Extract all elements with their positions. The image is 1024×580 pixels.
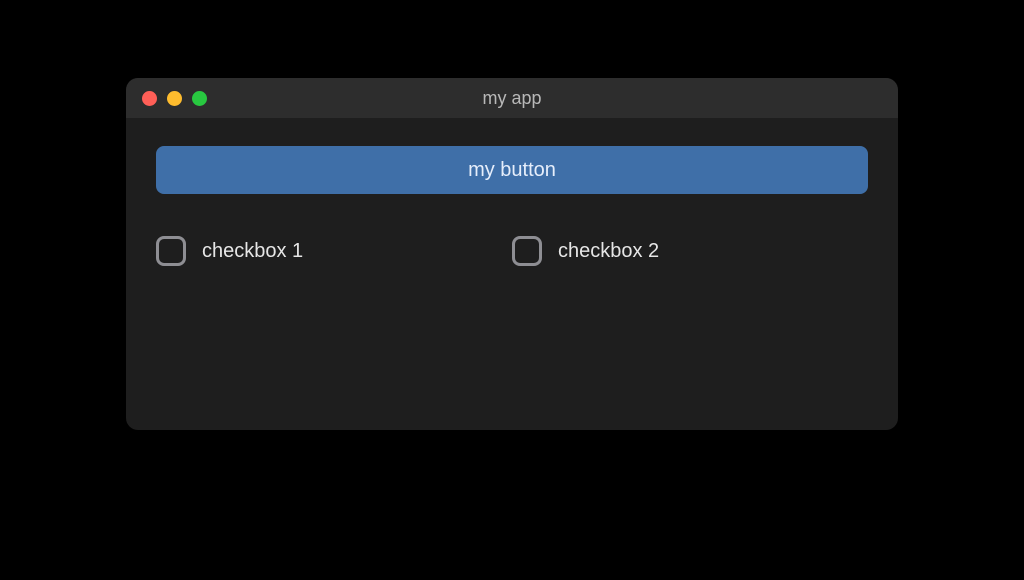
maximize-icon[interactable] — [192, 91, 207, 106]
app-window: my app my button checkbox 1 checkbox 2 — [126, 78, 898, 430]
checkbox-2-label: checkbox 2 — [558, 240, 659, 263]
checkbox-2[interactable]: checkbox 2 — [512, 236, 868, 266]
close-icon[interactable] — [142, 91, 157, 106]
my-button[interactable]: my button — [156, 146, 868, 194]
window-controls — [126, 91, 207, 106]
checkbox-box-icon — [156, 236, 186, 266]
checkbox-1-label: checkbox 1 — [202, 240, 303, 263]
window-title: my app — [126, 88, 898, 109]
window-content: my button checkbox 1 checkbox 2 — [126, 118, 898, 430]
checkbox-1[interactable]: checkbox 1 — [156, 236, 512, 266]
checkbox-box-icon — [512, 236, 542, 266]
titlebar: my app — [126, 78, 898, 118]
checkbox-row: checkbox 1 checkbox 2 — [156, 236, 868, 266]
minimize-icon[interactable] — [167, 91, 182, 106]
